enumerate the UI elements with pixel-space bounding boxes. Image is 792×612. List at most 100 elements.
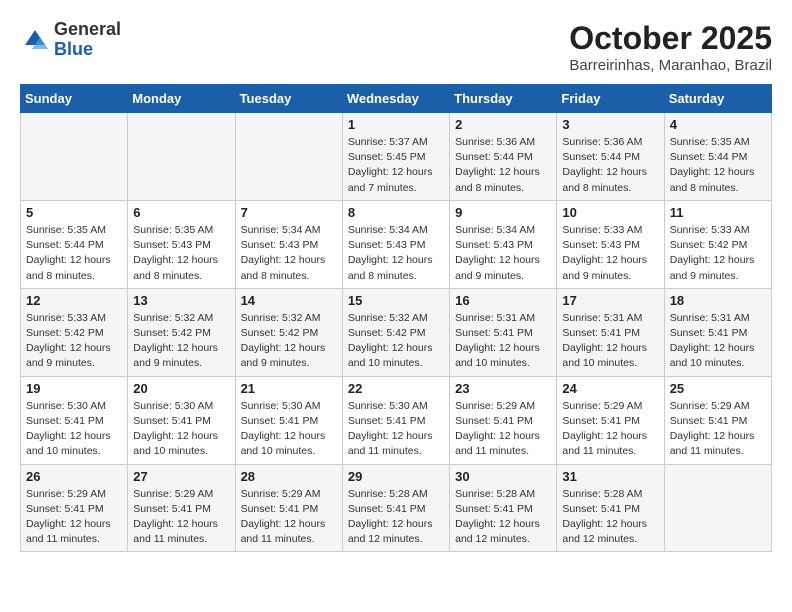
cell-info: Sunrise: 5:31 AMSunset: 5:41 PMDaylight:… [455, 311, 551, 372]
calendar-cell: 11 Sunrise: 5:33 AMSunset: 5:42 PMDayligh… [664, 200, 771, 288]
calendar-cell: 19 Sunrise: 5:30 AMSunset: 5:41 PMDayligh… [21, 376, 128, 464]
cell-date-number: 28 [241, 469, 337, 484]
cell-date-number: 23 [455, 381, 551, 396]
calendar-cell: 15Sunrise: 5:32 AMSunset: 5:42 PMDayligh… [342, 288, 449, 376]
cell-date-number: 12 [26, 293, 122, 308]
cell-date-number: 4 [670, 117, 766, 132]
calendar-cell: 4 Sunrise: 5:35 AMSunset: 5:44 PMDaylight… [664, 113, 771, 201]
calendar-cell: 8 Sunrise: 5:34 AMSunset: 5:43 PMDaylight… [342, 200, 449, 288]
cell-info: Sunrise: 5:35 AMSunset: 5:44 PMDaylight:… [670, 135, 766, 196]
logo-text: General Blue [54, 20, 121, 60]
day-header-wednesday: Wednesday [342, 85, 449, 113]
cell-info: Sunrise: 5:31 AMSunset: 5:41 PMDaylight:… [670, 311, 766, 372]
cell-date-number: 8 [348, 205, 444, 220]
cell-date-number: 14 [241, 293, 337, 308]
cell-info: Sunrise: 5:34 AMSunset: 5:43 PMDaylight:… [348, 223, 444, 284]
calendar-cell: 2 Sunrise: 5:36 AMSunset: 5:44 PMDaylight… [450, 113, 557, 201]
cell-info: Sunrise: 5:29 AMSunset: 5:41 PMDaylight:… [26, 487, 122, 548]
cell-date-number: 16 [455, 293, 551, 308]
cell-info: Sunrise: 5:37 AMSunset: 5:45 PMDaylight:… [348, 135, 444, 196]
calendar-cell [21, 113, 128, 201]
cell-info: Sunrise: 5:30 AMSunset: 5:41 PMDaylight:… [26, 399, 122, 460]
cell-date-number: 10 [562, 205, 658, 220]
calendar-cell: 23 Sunrise: 5:29 AMSunset: 5:41 PMDayligh… [450, 376, 557, 464]
cell-info: Sunrise: 5:29 AMSunset: 5:41 PMDaylight:… [455, 399, 551, 460]
cell-info: Sunrise: 5:32 AMSunset: 5:42 PMDaylight:… [348, 311, 444, 372]
calendar-cell: 5 Sunrise: 5:35 AMSunset: 5:44 PMDaylight… [21, 200, 128, 288]
calendar-cell [664, 464, 771, 552]
cell-info: Sunrise: 5:28 AMSunset: 5:41 PMDaylight:… [562, 487, 658, 548]
week-row-2: 5 Sunrise: 5:35 AMSunset: 5:44 PMDaylight… [21, 200, 772, 288]
header-row: SundayMondayTuesdayWednesdayThursdayFrid… [21, 85, 772, 113]
cell-date-number: 6 [133, 205, 229, 220]
cell-info: Sunrise: 5:31 AMSunset: 5:41 PMDaylight:… [562, 311, 658, 372]
calendar-cell: 17 Sunrise: 5:31 AMSunset: 5:41 PMDayligh… [557, 288, 664, 376]
cell-date-number: 25 [670, 381, 766, 396]
day-header-monday: Monday [128, 85, 235, 113]
cell-date-number: 17 [562, 293, 658, 308]
calendar-cell: 20Sunrise: 5:30 AMSunset: 5:41 PMDayligh… [128, 376, 235, 464]
week-row-5: 26 Sunrise: 5:29 AMSunset: 5:41 PMDayligh… [21, 464, 772, 552]
calendar-cell: 13Sunrise: 5:32 AMSunset: 5:42 PMDayligh… [128, 288, 235, 376]
cell-date-number: 27 [133, 469, 229, 484]
cell-date-number: 5 [26, 205, 122, 220]
logo-blue: Blue [54, 40, 121, 60]
cell-info: Sunrise: 5:29 AMSunset: 5:41 PMDaylight:… [241, 487, 337, 548]
calendar-cell: 6 Sunrise: 5:35 AMSunset: 5:43 PMDaylight… [128, 200, 235, 288]
cell-info: Sunrise: 5:28 AMSunset: 5:41 PMDaylight:… [455, 487, 551, 548]
calendar-cell: 10Sunrise: 5:33 AMSunset: 5:43 PMDayligh… [557, 200, 664, 288]
calendar-cell: 22Sunrise: 5:30 AMSunset: 5:41 PMDayligh… [342, 376, 449, 464]
calendar-title: October 2025 [569, 20, 772, 57]
day-header-saturday: Saturday [664, 85, 771, 113]
title-block: October 2025 Barreirinhas, Maranhao, Bra… [569, 20, 772, 74]
cell-date-number: 1 [348, 117, 444, 132]
cell-date-number: 19 [26, 381, 122, 396]
day-header-tuesday: Tuesday [235, 85, 342, 113]
cell-info: Sunrise: 5:33 AMSunset: 5:42 PMDaylight:… [26, 311, 122, 372]
calendar-cell: 7Sunrise: 5:34 AMSunset: 5:43 PMDaylight… [235, 200, 342, 288]
cell-info: Sunrise: 5:36 AMSunset: 5:44 PMDaylight:… [562, 135, 658, 196]
calendar-cell: 28 Sunrise: 5:29 AMSunset: 5:41 PMDayligh… [235, 464, 342, 552]
calendar-cell: 16 Sunrise: 5:31 AMSunset: 5:41 PMDayligh… [450, 288, 557, 376]
cell-info: Sunrise: 5:35 AMSunset: 5:43 PMDaylight:… [133, 223, 229, 284]
cell-info: Sunrise: 5:29 AMSunset: 5:41 PMDaylight:… [670, 399, 766, 460]
calendar-cell: 25 Sunrise: 5:29 AMSunset: 5:41 PMDayligh… [664, 376, 771, 464]
cell-info: Sunrise: 5:28 AMSunset: 5:41 PMDaylight:… [348, 487, 444, 548]
calendar-cell: 3 Sunrise: 5:36 AMSunset: 5:44 PMDaylight… [557, 113, 664, 201]
cell-info: Sunrise: 5:30 AMSunset: 5:41 PMDaylight:… [348, 399, 444, 460]
cell-info: Sunrise: 5:35 AMSunset: 5:44 PMDaylight:… [26, 223, 122, 284]
cell-info: Sunrise: 5:32 AMSunset: 5:42 PMDaylight:… [133, 311, 229, 372]
cell-date-number: 2 [455, 117, 551, 132]
calendar-cell: 29 Sunrise: 5:28 AMSunset: 5:41 PMDayligh… [342, 464, 449, 552]
cell-date-number: 3 [562, 117, 658, 132]
cell-info: Sunrise: 5:33 AMSunset: 5:42 PMDaylight:… [670, 223, 766, 284]
calendar-cell: 21 Sunrise: 5:30 AMSunset: 5:41 PMDayligh… [235, 376, 342, 464]
cell-info: Sunrise: 5:36 AMSunset: 5:44 PMDaylight:… [455, 135, 551, 196]
day-header-sunday: Sunday [21, 85, 128, 113]
day-header-thursday: Thursday [450, 85, 557, 113]
calendar-cell: 24Sunrise: 5:29 AMSunset: 5:41 PMDayligh… [557, 376, 664, 464]
logo: General Blue [20, 20, 121, 60]
cell-info: Sunrise: 5:34 AMSunset: 5:43 PMDaylight:… [241, 223, 337, 284]
cell-info: Sunrise: 5:29 AMSunset: 5:41 PMDaylight:… [562, 399, 658, 460]
cell-date-number: 26 [26, 469, 122, 484]
logo-general: General [54, 20, 121, 40]
calendar-cell: 1 Sunrise: 5:37 AMSunset: 5:45 PMDaylight… [342, 113, 449, 201]
calendar-cell: 30 Sunrise: 5:28 AMSunset: 5:41 PMDayligh… [450, 464, 557, 552]
calendar-cell: 12 Sunrise: 5:33 AMSunset: 5:42 PMDayligh… [21, 288, 128, 376]
calendar-cell: 14Sunrise: 5:32 AMSunset: 5:42 PMDayligh… [235, 288, 342, 376]
cell-date-number: 18 [670, 293, 766, 308]
cell-date-number: 20 [133, 381, 229, 396]
calendar-table: SundayMondayTuesdayWednesdayThursdayFrid… [20, 84, 772, 552]
cell-date-number: 11 [670, 205, 766, 220]
cell-date-number: 31 [562, 469, 658, 484]
calendar-cell: 9Sunrise: 5:34 AMSunset: 5:43 PMDaylight… [450, 200, 557, 288]
calendar-cell [128, 113, 235, 201]
cell-date-number: 30 [455, 469, 551, 484]
cell-date-number: 21 [241, 381, 337, 396]
cell-info: Sunrise: 5:30 AMSunset: 5:41 PMDaylight:… [241, 399, 337, 460]
week-row-4: 19 Sunrise: 5:30 AMSunset: 5:41 PMDayligh… [21, 376, 772, 464]
cell-info: Sunrise: 5:34 AMSunset: 5:43 PMDaylight:… [455, 223, 551, 284]
cell-date-number: 29 [348, 469, 444, 484]
calendar-subtitle: Barreirinhas, Maranhao, Brazil [569, 57, 772, 74]
